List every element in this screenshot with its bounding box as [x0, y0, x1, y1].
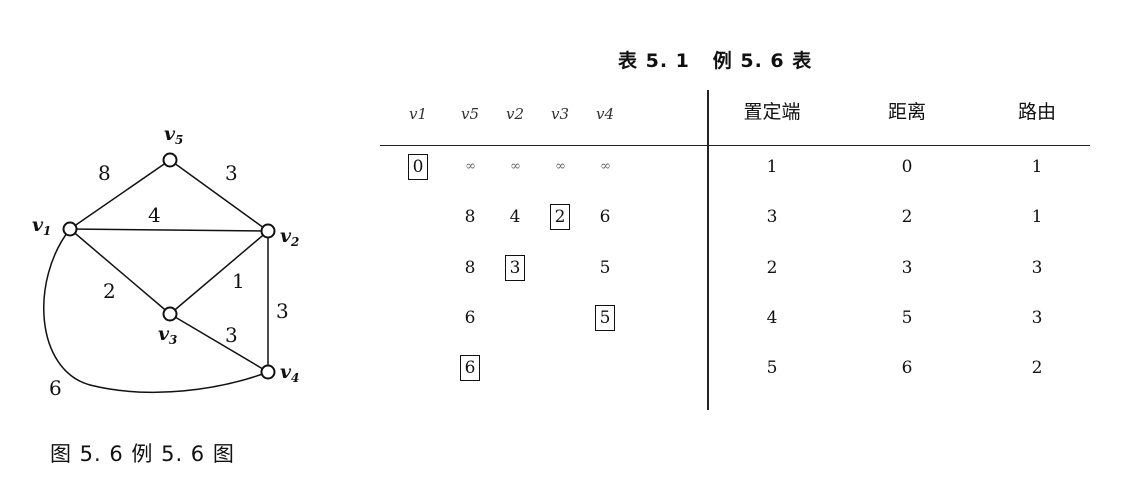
column-header-right-0: 置定端 [743, 101, 801, 123]
weight-v1-v3: 2 [103, 279, 116, 303]
weight-v3-v4: 3 [225, 323, 238, 347]
label-cell: ∞ [600, 159, 611, 174]
node-label-v5: v5 [164, 123, 183, 147]
boxed-value: 5 [594, 305, 616, 331]
boxed-value: 6 [459, 355, 481, 381]
label-cell: ∞ [465, 159, 476, 174]
result-cell: 6 [901, 358, 913, 378]
weight-v3-v2: 1 [232, 269, 245, 293]
boxed-value: 0 [407, 154, 429, 180]
result-cell: 5 [766, 358, 778, 378]
node-label-v3: v3 [158, 323, 177, 347]
column-header-right-2: 路由 [1017, 101, 1056, 123]
label-cell: 8 [464, 207, 476, 227]
edge-v1-v4 [43, 228, 269, 394]
label-cell: 8 [464, 258, 476, 278]
label-cell: 5 [599, 258, 611, 278]
weight-v5-v2: 3 [225, 161, 238, 185]
column-header-right-1: 距离 [887, 101, 926, 123]
node-label-v1: v1 [32, 214, 51, 238]
column-divider [707, 90, 709, 410]
weight-v1-v5: 8 [98, 161, 111, 185]
figure-caption: 图 5. 6 例 5. 6 图 [50, 442, 235, 466]
label-cell: ∞ [510, 159, 521, 174]
result-cell: 4 [766, 308, 778, 328]
column-header-v1: v1 [408, 105, 428, 123]
column-header-v5: v5 [460, 105, 480, 123]
result-cell: 3 [1031, 308, 1043, 328]
label-cell: 6 [599, 207, 611, 227]
result-cell: 2 [1031, 358, 1043, 378]
result-cell: 1 [1031, 207, 1043, 227]
column-header-v2: v2 [505, 105, 525, 123]
weight-v1-v4: 6 [49, 376, 62, 400]
weight-v1-v2: 4 [148, 203, 161, 227]
label-cell: ∞ [555, 159, 566, 174]
edge-v5-v2 [169, 159, 269, 232]
node-v3 [162, 306, 178, 322]
node-label-v2: v2 [280, 225, 299, 249]
label-cell: 6 [464, 308, 476, 328]
table-caption: 表 5. 1 例 5. 6 表 [618, 50, 813, 72]
result-cell: 3 [1031, 258, 1043, 278]
node-v5 [162, 152, 178, 168]
boxed-value: 2 [549, 204, 571, 230]
node-v4 [260, 364, 276, 380]
edge-v3-v2 [169, 230, 269, 315]
result-cell: 0 [901, 157, 913, 177]
result-cell: 5 [901, 308, 913, 328]
label-cell: 5 [585, 304, 625, 332]
node-v1 [62, 221, 78, 237]
result-cell: 2 [901, 207, 913, 227]
label-cell: 3 [495, 254, 535, 282]
edge-v1-v2 [69, 228, 269, 232]
node-label-v4: v4 [280, 361, 299, 385]
node-v2 [260, 223, 276, 239]
label-cell: 6 [450, 354, 490, 382]
result-cell: 3 [766, 207, 778, 227]
label-cell: 4 [509, 207, 521, 227]
boxed-value: 3 [504, 255, 526, 281]
result-cell: 3 [901, 258, 913, 278]
column-header-v4: v4 [595, 105, 615, 123]
graph-figure: 8 3 4 2 1 3 3 6 v1 v5 v2 v3 v4 [32, 123, 299, 400]
header-divider [380, 145, 1090, 146]
result-cell: 1 [766, 157, 778, 177]
weight-v2-v4: 3 [276, 299, 289, 323]
edge-v3-v4 [169, 313, 269, 373]
edge-v1-v3 [69, 228, 171, 315]
label-cell: 2 [540, 203, 580, 231]
result-cell: 1 [1031, 157, 1043, 177]
label-cell: 0 [398, 153, 438, 181]
column-header-v3: v3 [550, 105, 570, 123]
result-cell: 2 [766, 258, 778, 278]
